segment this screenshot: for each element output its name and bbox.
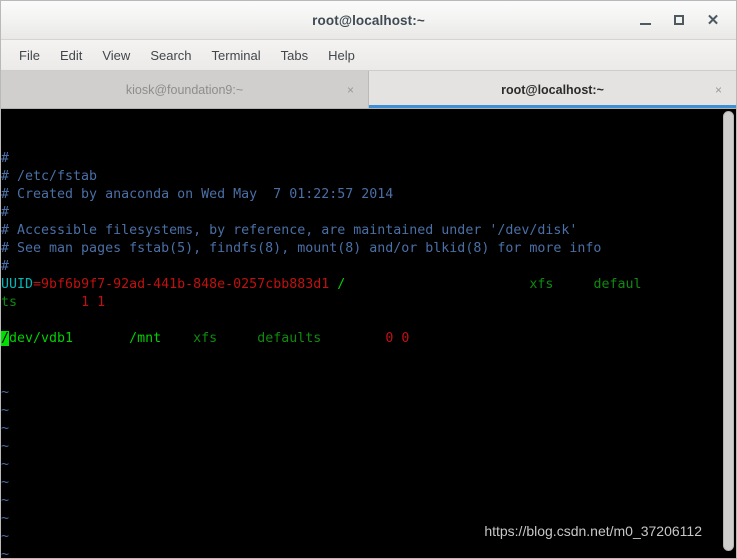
terminal-line: # bbox=[1, 258, 720, 276]
menu-item-search[interactable]: Search bbox=[140, 45, 201, 66]
terminal-text: /mnt bbox=[129, 331, 162, 346]
terminal-text: ts bbox=[1, 295, 18, 310]
maximize-icon bbox=[674, 15, 684, 25]
menu-item-edit[interactable]: Edit bbox=[50, 45, 92, 66]
menu-item-tabs[interactable]: Tabs bbox=[271, 45, 318, 66]
vim-editor-pane[interactable]: # # /etc/fstab # Created by anaconda on We… bbox=[1, 109, 720, 558]
terminal-text: # bbox=[1, 151, 10, 166]
terminal-text: xfs bbox=[193, 331, 218, 346]
empty-line-marker: ~ bbox=[1, 475, 10, 490]
terminal-line: # /etc/fstab bbox=[1, 168, 720, 186]
terminal-text: # bbox=[1, 259, 10, 274]
tab-close-icon[interactable]: × bbox=[715, 83, 722, 97]
terminal-text: # See man pages fstab(5), findfs(8), mou… bbox=[1, 241, 602, 256]
menu-item-view[interactable]: View bbox=[92, 45, 140, 66]
empty-line-marker: ~ bbox=[1, 493, 10, 508]
tab-label: kiosk@foundation9:~ bbox=[125, 82, 244, 97]
terminal-line: # Created by anaconda on Wed May 7 01:22… bbox=[1, 186, 720, 204]
menu-item-file[interactable]: File bbox=[9, 45, 50, 66]
terminal-window: root@localhost:~ ✕ File Edit View Search… bbox=[0, 0, 737, 559]
empty-line-marker: ~ bbox=[1, 439, 10, 454]
maximize-button[interactable] bbox=[662, 5, 696, 35]
terminal-line: ts 1 1 bbox=[1, 294, 720, 312]
file-content: # # /etc/fstab # Created by anaconda on We… bbox=[1, 150, 720, 348]
scrollbar-thumb[interactable] bbox=[722, 111, 734, 551]
terminal-line: # bbox=[1, 150, 720, 168]
window-controls: ✕ bbox=[628, 1, 730, 39]
terminal-text: defaul bbox=[593, 277, 642, 292]
menu-item-help[interactable]: Help bbox=[318, 45, 365, 66]
close-icon: ✕ bbox=[706, 11, 720, 29]
terminal-text: 0 0 bbox=[385, 331, 410, 346]
minimize-button[interactable] bbox=[628, 5, 662, 35]
terminal-text: xfs bbox=[529, 277, 554, 292]
vim-status-line: "/etc/fstab" 11L, 346C 11,1 All bbox=[1, 539, 720, 558]
empty-line-marker: ~ bbox=[1, 421, 10, 436]
tab-kiosk-foundation9[interactable]: kiosk@foundation9:~ × bbox=[1, 71, 369, 108]
terminal-text: dev/vdb1 bbox=[9, 331, 74, 346]
terminal-text: # Created by anaconda on Wed May 7 01:22… bbox=[1, 187, 394, 202]
empty-line-markers: ~~~~~~~~~~~~ bbox=[1, 384, 720, 558]
empty-line-marker: ~ bbox=[1, 385, 10, 400]
terminal-line: # See man pages fstab(5), findfs(8), mou… bbox=[1, 240, 720, 258]
terminal-text: defaults bbox=[257, 331, 322, 346]
terminal-line: # bbox=[1, 204, 720, 222]
terminal-text: UUID bbox=[1, 277, 34, 292]
terminal-line: UUID=9bf6b9f7-92ad-441b-848e-0257cbb883d… bbox=[1, 276, 720, 294]
tab-close-icon[interactable]: × bbox=[347, 83, 354, 97]
menu-bar: File Edit View Search Terminal Tabs Help bbox=[1, 40, 736, 71]
empty-line-marker: ~ bbox=[1, 457, 10, 472]
terminal-text: # bbox=[1, 205, 10, 220]
terminal-line: # Accessible filesystems, by reference, … bbox=[1, 222, 720, 240]
terminal-text: 1 1 bbox=[81, 295, 106, 310]
minimize-icon bbox=[639, 23, 651, 25]
terminal-text: # /etc/fstab bbox=[1, 169, 98, 184]
window-title: root@localhost:~ bbox=[312, 12, 425, 28]
terminal-text: =9bf6b9f7-92ad-441b-848e-0257cbb883d1 bbox=[33, 277, 330, 292]
title-bar: root@localhost:~ ✕ bbox=[1, 1, 736, 40]
terminal-body: # # /etc/fstab # Created by anaconda on We… bbox=[1, 109, 736, 558]
close-button[interactable]: ✕ bbox=[696, 5, 730, 35]
terminal-line: /dev/vdb1 /mnt xfs defaults 0 0 bbox=[1, 330, 720, 348]
terminal-text: # Accessible filesystems, by reference, … bbox=[1, 223, 578, 238]
empty-line-marker: ~ bbox=[1, 403, 10, 418]
menu-item-terminal[interactable]: Terminal bbox=[202, 45, 271, 66]
terminal-scrollbar[interactable] bbox=[720, 109, 736, 558]
tab-label: root@localhost:~ bbox=[501, 82, 604, 97]
text-cursor: / bbox=[1, 331, 10, 346]
terminal-text: / bbox=[329, 277, 346, 292]
empty-line-marker: ~ bbox=[1, 511, 10, 526]
tab-root-localhost[interactable]: root@localhost:~ × bbox=[369, 71, 736, 108]
tab-bar: kiosk@foundation9:~ × root@localhost:~ × bbox=[1, 71, 736, 109]
